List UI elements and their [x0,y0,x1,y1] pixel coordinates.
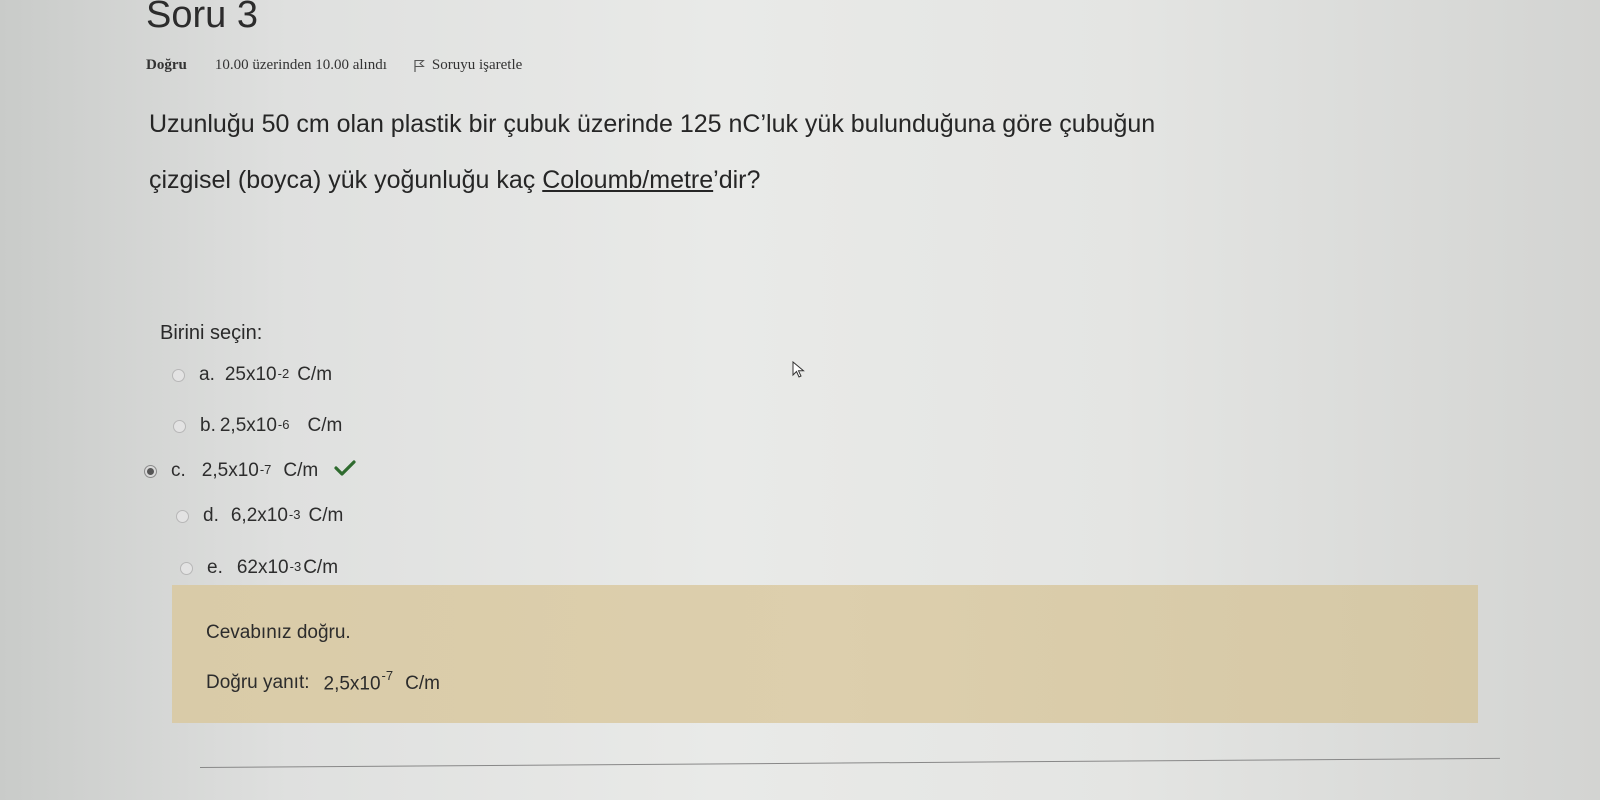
radio-option-d[interactable] [176,509,189,523]
flag-question-link[interactable]: Soruyu işaretle [413,57,522,74]
right-answer-exponent: -7 [381,668,394,683]
radio-option-b[interactable] [173,419,186,433]
question-text-suffix: ’dir? [713,166,761,194]
option-base: 25x10 [224,364,277,385]
answer-option-a[interactable]: a. 25x10 -2 C/m [172,364,332,386]
answer-prompt: Birini seçin: [160,322,263,344]
question-text-line-2: çizgisel (boyca) yük yoğunluğu kaç Colou… [149,152,1489,208]
feedback-right-answer: Doğru yanıt: 2,5x10-7 C/m [206,668,440,695]
option-letter: b. [200,415,216,436]
option-letter: c. [171,460,186,481]
feedback-box: Cevabınız doğru. Doğru yanıt: 2,5x10-7 C/… [172,585,1478,723]
question-number: Soru 3 [146,0,258,36]
option-letter: a. [199,364,215,385]
answer-option-d[interactable]: d. 6,2x10 -3 C/m [176,505,343,527]
answer-option-c[interactable]: c. 2,5x10 -7 C/m [144,460,356,482]
check-icon [334,460,356,482]
option-exponent: -3 [289,558,302,574]
question-text-prefix: çizgisel (boyca) yük yoğunluğu kaç [149,166,543,194]
option-unit: C/m [297,364,333,385]
option-base: 6,2x10 [230,505,288,526]
option-letter: d. [203,505,219,526]
option-unit: C/m [307,415,343,436]
option-exponent: -3 [288,506,301,522]
option-unit: C/m [308,505,344,526]
radio-option-e[interactable] [180,561,193,575]
divider [199,757,1500,768]
option-exponent: -6 [277,416,290,432]
option-unit: C/m [303,557,339,578]
right-answer-base: 2,5x10 [323,673,381,695]
radio-option-a[interactable] [172,368,185,382]
question-state: Doğru [146,57,187,73]
quiz-page: Soru 3 Doğru 10.00 üzerinden 10.00 alınd… [0,0,1600,800]
option-exponent: -2 [277,365,290,381]
option-base: 2,5x10 [219,415,277,436]
flag-icon [413,59,425,73]
question-text-underlined: Coloumb/metre [542,166,714,194]
question-text: Uzunluğu 50 cm olan plastik bir çubuk üz… [149,96,1489,208]
question-info: Doğru 10.00 üzerinden 10.00 alındı Soruy… [146,57,522,74]
radio-option-c[interactable] [144,464,157,478]
right-answer-label: Doğru yanıt: [206,671,310,693]
right-answer-value: 2,5x10-7 C/m [323,668,440,695]
option-exponent: -7 [259,461,272,477]
question-text-line-1: Uzunluğu 50 cm olan plastik bir çubuk üz… [149,110,1156,138]
option-base: 2,5x10 [201,460,259,481]
option-unit: C/m [283,460,319,481]
answer-option-e[interactable]: e. 62x10 -3 C/m [180,557,338,579]
right-answer-unit: C/m [405,673,440,695]
option-base: 62x10 [236,557,289,578]
answer-option-b[interactable]: b. 2,5x10 -6 C/m [173,415,342,437]
flag-question-label: Soruyu işaretle [431,57,523,73]
question-grade: 10.00 üzerinden 10.00 alındı [214,57,387,73]
option-letter: e. [207,557,223,578]
feedback-correct-text: Cevabınız doğru. [206,622,351,643]
mouse-pointer-icon [792,360,806,384]
